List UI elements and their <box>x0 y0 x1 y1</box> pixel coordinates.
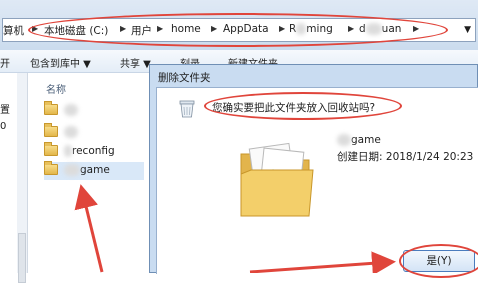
annotation-arrows <box>74 184 396 273</box>
arrow-to-folder <box>74 184 104 273</box>
arrow-to-yes <box>249 251 396 273</box>
